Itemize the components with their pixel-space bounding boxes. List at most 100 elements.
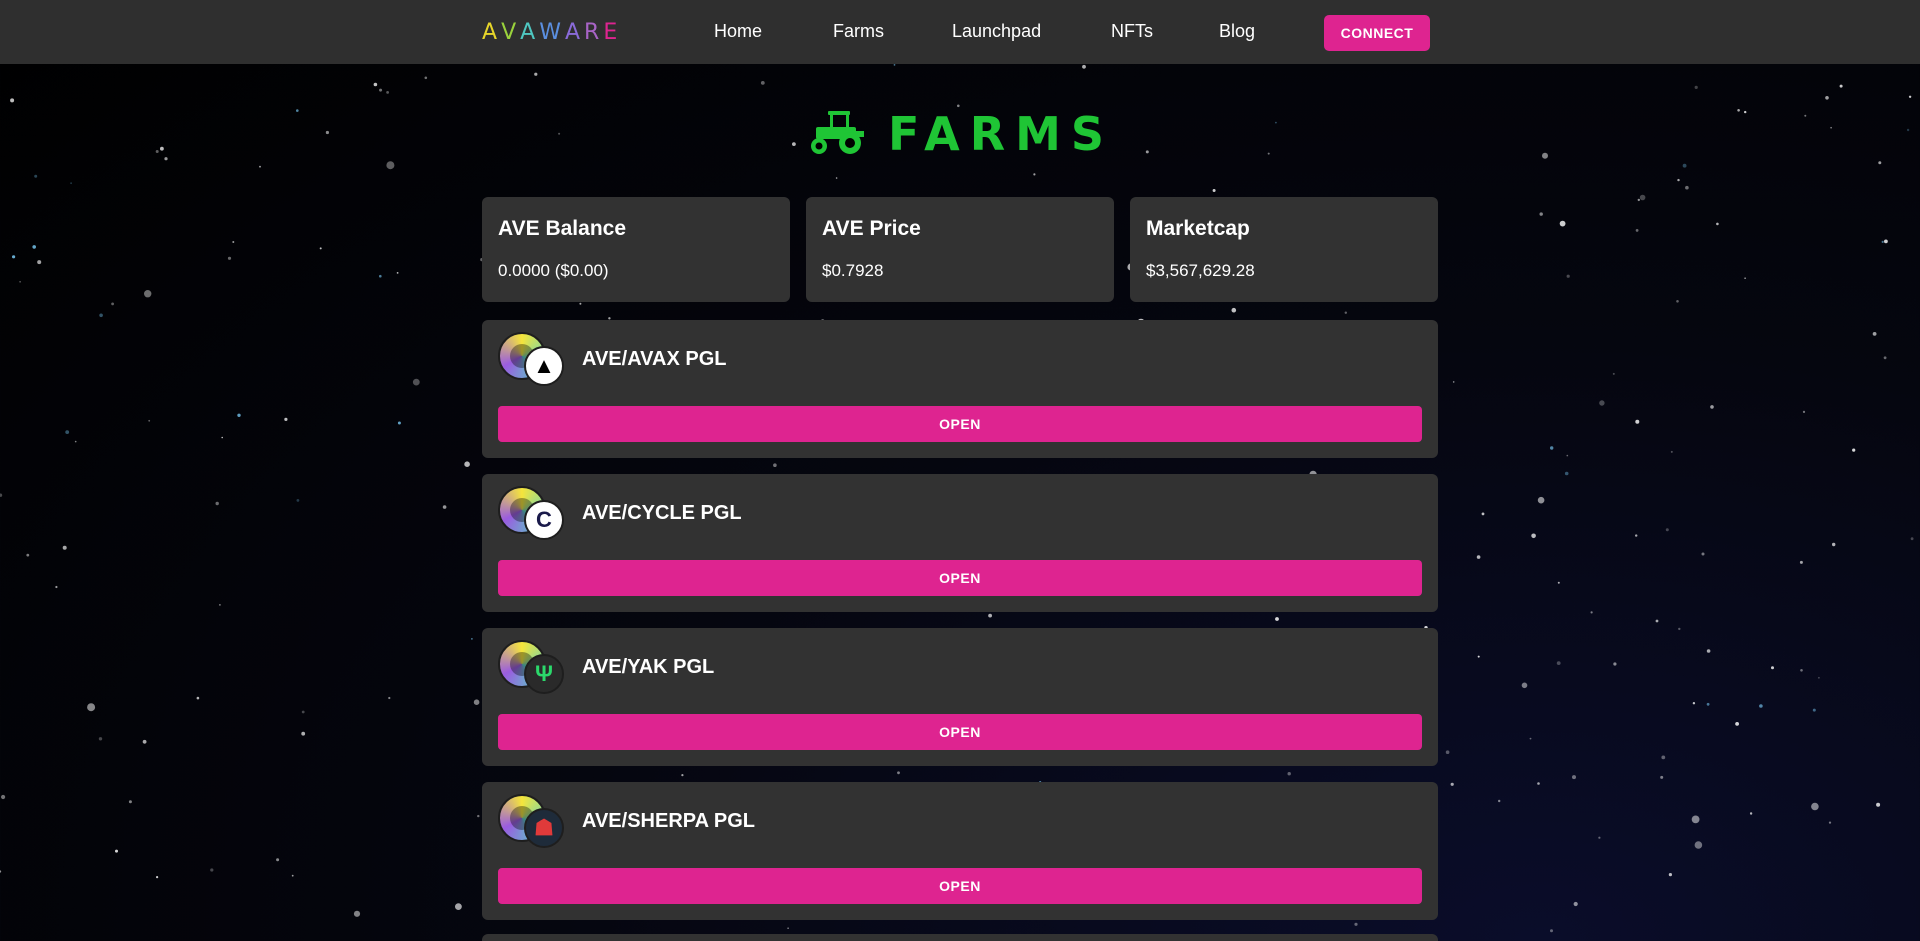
star bbox=[1908, 95, 1912, 98]
stat-card-marketcap: Marketcap $3,567,629.28 bbox=[1130, 197, 1438, 302]
star bbox=[1537, 782, 1540, 785]
star bbox=[386, 91, 389, 94]
star bbox=[1701, 552, 1705, 556]
star bbox=[760, 81, 765, 85]
star bbox=[1799, 560, 1803, 564]
star bbox=[1287, 772, 1291, 776]
star bbox=[1556, 661, 1561, 665]
star bbox=[1694, 841, 1703, 849]
star bbox=[1557, 581, 1560, 584]
stat-value: $3,567,629.28 bbox=[1146, 261, 1255, 280]
star bbox=[388, 696, 391, 700]
star bbox=[1744, 277, 1746, 279]
page-header: FARMS bbox=[482, 107, 1438, 161]
star bbox=[1637, 198, 1641, 202]
star bbox=[1635, 534, 1638, 537]
star bbox=[773, 463, 777, 468]
star bbox=[1878, 161, 1882, 165]
star bbox=[1759, 704, 1763, 708]
star bbox=[1450, 782, 1454, 786]
nav-link-nfts[interactable]: NFTs bbox=[1111, 21, 1153, 42]
star bbox=[1735, 722, 1739, 726]
star bbox=[1521, 682, 1528, 689]
star bbox=[1661, 755, 1666, 760]
stat-card-ave-balance: AVE Balance 0.0000 ($0.00) bbox=[482, 197, 790, 302]
star bbox=[0, 493, 3, 497]
star bbox=[1685, 185, 1689, 190]
star bbox=[301, 731, 306, 736]
star bbox=[1832, 542, 1836, 547]
star bbox=[1635, 229, 1639, 232]
star bbox=[34, 174, 38, 178]
nav-link-farms[interactable]: Farms bbox=[833, 21, 884, 42]
star bbox=[111, 302, 114, 306]
star bbox=[142, 739, 147, 744]
star bbox=[379, 274, 382, 278]
star bbox=[319, 247, 322, 250]
star bbox=[221, 436, 223, 439]
star bbox=[1818, 676, 1820, 679]
star bbox=[1694, 85, 1698, 89]
star bbox=[1660, 775, 1664, 779]
star bbox=[1682, 163, 1687, 168]
star bbox=[1476, 555, 1481, 559]
star bbox=[1566, 274, 1570, 278]
farm-name: AVE/YAK PGL bbox=[582, 656, 715, 678]
star bbox=[1354, 922, 1358, 926]
star bbox=[87, 703, 96, 712]
star bbox=[412, 378, 420, 386]
farm-card-partial bbox=[482, 934, 1438, 941]
star bbox=[1445, 750, 1450, 754]
star bbox=[1830, 126, 1832, 129]
star bbox=[1852, 448, 1856, 452]
pair-icons: C bbox=[498, 486, 570, 542]
star bbox=[1481, 512, 1485, 516]
star bbox=[164, 157, 168, 161]
star bbox=[1573, 901, 1578, 907]
pair-icons: Ψ bbox=[498, 640, 570, 696]
star bbox=[897, 771, 900, 775]
star bbox=[1710, 405, 1714, 409]
open-farm-button[interactable]: OPEN bbox=[498, 560, 1422, 596]
star bbox=[1498, 799, 1501, 803]
star bbox=[1655, 619, 1659, 623]
star bbox=[219, 604, 221, 606]
star bbox=[1665, 528, 1669, 532]
star bbox=[0, 870, 2, 873]
nav-link-home[interactable]: Home bbox=[714, 21, 762, 42]
star bbox=[988, 613, 992, 618]
star bbox=[1539, 212, 1543, 216]
open-farm-button[interactable]: OPEN bbox=[498, 868, 1422, 904]
star bbox=[74, 440, 77, 443]
nav-link-launchpad[interactable]: Launchpad bbox=[952, 21, 1041, 42]
star bbox=[424, 76, 428, 80]
star bbox=[26, 553, 30, 557]
star bbox=[12, 255, 16, 259]
star bbox=[210, 868, 214, 872]
star bbox=[1529, 737, 1532, 740]
star bbox=[1572, 775, 1576, 780]
star bbox=[534, 72, 538, 76]
page-title: FARMS bbox=[887, 107, 1115, 161]
open-farm-button[interactable]: OPEN bbox=[498, 406, 1422, 442]
stat-label: Marketcap bbox=[1146, 217, 1250, 240]
open-farm-button[interactable]: OPEN bbox=[498, 714, 1422, 750]
connect-wallet-button[interactable]: CONNECT bbox=[1324, 15, 1430, 51]
farm-card: ▲ AVE/AVAX PGL OPEN bbox=[482, 320, 1438, 458]
star bbox=[1033, 173, 1036, 176]
nav-link-blog[interactable]: Blog bbox=[1219, 21, 1255, 42]
star bbox=[1749, 812, 1753, 815]
star bbox=[1802, 410, 1806, 413]
farm-name: AVE/AVAX PGL bbox=[582, 348, 727, 370]
star bbox=[291, 874, 294, 877]
star bbox=[1825, 96, 1829, 100]
star bbox=[477, 814, 480, 818]
star bbox=[1635, 419, 1640, 424]
star bbox=[1670, 450, 1673, 453]
avax-icon: ▲ bbox=[524, 346, 564, 386]
star bbox=[1590, 611, 1593, 614]
star bbox=[471, 638, 473, 640]
star bbox=[386, 161, 395, 170]
star bbox=[1531, 533, 1536, 539]
star bbox=[1706, 702, 1710, 706]
